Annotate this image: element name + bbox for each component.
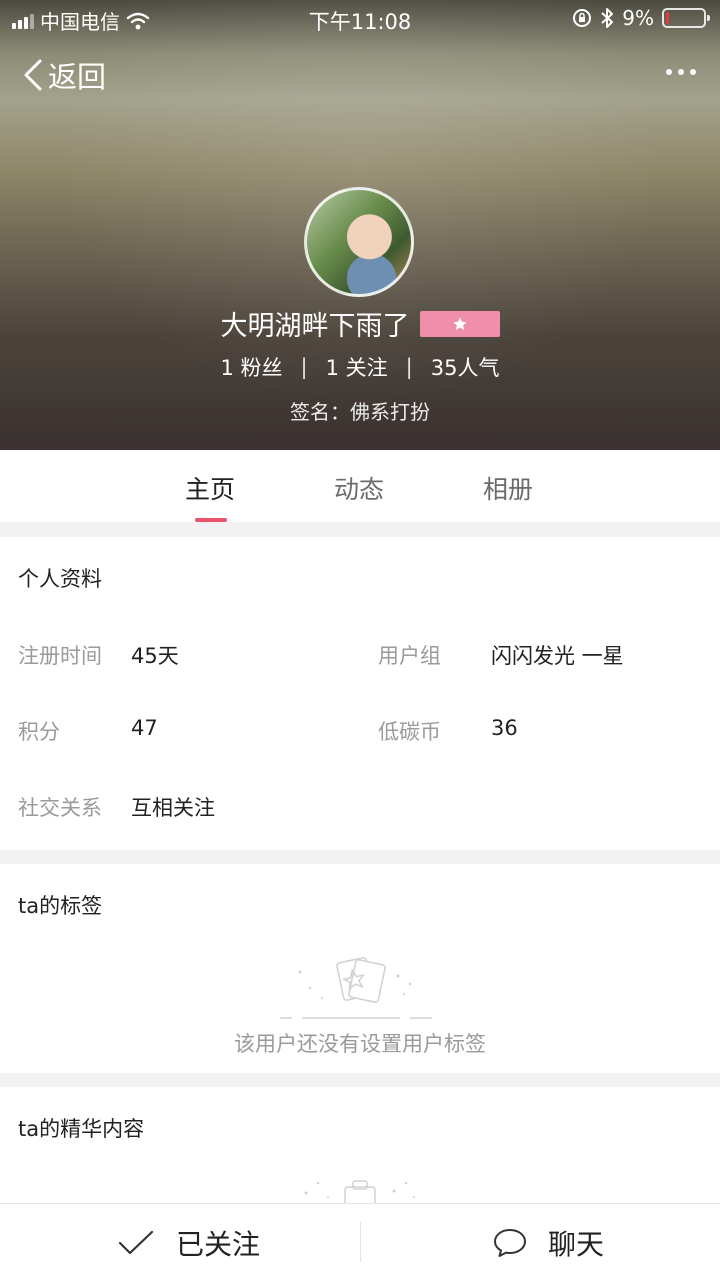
profile-page: 中国电信 下午11:08 9% 返回 大明湖畔下雨了 1 粉丝 | 1 关注 |… — [0, 0, 720, 1280]
user-group-label: 用户组 — [378, 644, 441, 668]
carbon-coins-value: 36 — [491, 716, 518, 740]
social-value: 互相关注 — [131, 796, 215, 820]
more-dots-icon[interactable] — [666, 60, 696, 84]
stats-separator: | — [300, 355, 308, 379]
status-bar: 中国电信 下午11:08 9% — [0, 0, 720, 36]
empty-content-icon — [304, 1180, 415, 1208]
check-icon — [118, 1230, 154, 1254]
following-count[interactable]: 1 关注 — [326, 352, 388, 382]
username-row: 大明湖畔下雨了 — [0, 304, 720, 343]
orientation-lock-icon — [573, 9, 592, 27]
register-time-label: 注册时间 — [18, 644, 102, 668]
featured-empty-state — [0, 1173, 720, 1208]
bottom-action-bar: 已关注 聊天 — [0, 1203, 720, 1280]
level-badge[interactable] — [419, 310, 500, 337]
points-value: 47 — [131, 716, 158, 740]
tab-album[interactable]: 相册 — [483, 470, 533, 506]
bluetooth-icon — [601, 8, 614, 28]
fans-count[interactable]: 1 粉丝 — [221, 352, 283, 382]
battery-percent: 9% — [622, 6, 654, 30]
chat-label: 聊天 — [548, 1227, 605, 1261]
battery-icon — [662, 8, 710, 28]
username: 大明湖畔下雨了 — [220, 311, 410, 342]
followed-label: 已关注 — [176, 1227, 261, 1261]
signature: 签名：佛系打扮 — [290, 400, 430, 424]
tab-home[interactable]: 主页 — [185, 470, 235, 506]
featured-section: ta的精华内容 — [0, 1087, 720, 1208]
back-button[interactable]: 返回 — [22, 54, 106, 96]
avatar[interactable] — [304, 187, 414, 297]
followed-button[interactable]: 已关注 — [118, 1204, 260, 1280]
section-title: ta的精华内容 — [18, 1117, 145, 1141]
tags-section: ta的标签 该用户还没有设置用户标签 — [0, 864, 720, 1073]
chat-bubble-icon — [494, 1228, 526, 1257]
battery-level-fill — [666, 12, 669, 24]
popularity-count: 35人气 — [430, 356, 500, 380]
back-label: 返回 — [48, 60, 107, 94]
register-time-value: 45天 — [131, 644, 179, 668]
chevron-left-icon — [24, 59, 42, 91]
star-icon — [452, 316, 467, 330]
social-label: 社交关系 — [18, 796, 102, 820]
profile-tabs: 主页 动态 相册 — [0, 450, 720, 522]
section-title: ta的标签 — [18, 894, 103, 918]
user-group-value: 闪闪发光 一星 — [491, 644, 624, 668]
profile-header: 中国电信 下午11:08 9% 返回 大明湖畔下雨了 1 粉丝 | 1 关注 |… — [0, 0, 720, 450]
personal-info-section: 个人资料 注册时间 45天 用户组 闪闪发光 一星 积分 47 低碳币 36 社… — [0, 537, 720, 850]
divider — [360, 1222, 361, 1262]
tab-activity[interactable]: 动态 — [334, 470, 384, 506]
chat-button[interactable]: 聊天 — [492, 1204, 604, 1280]
status-right: 9% — [572, 6, 710, 30]
tags-empty-text: 该用户还没有设置用户标签 — [234, 1032, 486, 1056]
stats-row: 1 粉丝 | 1 关注 | 35人气 — [0, 352, 720, 382]
section-title: 个人资料 — [18, 567, 102, 591]
carbon-coins-label: 低碳币 — [378, 720, 441, 744]
tags-empty-state: 该用户还没有设置用户标签 — [0, 948, 720, 1058]
empty-cards-icon — [280, 957, 432, 1019]
stats-separator: | — [405, 355, 413, 379]
tab-active-indicator — [195, 518, 227, 522]
points-label: 积分 — [18, 720, 60, 744]
